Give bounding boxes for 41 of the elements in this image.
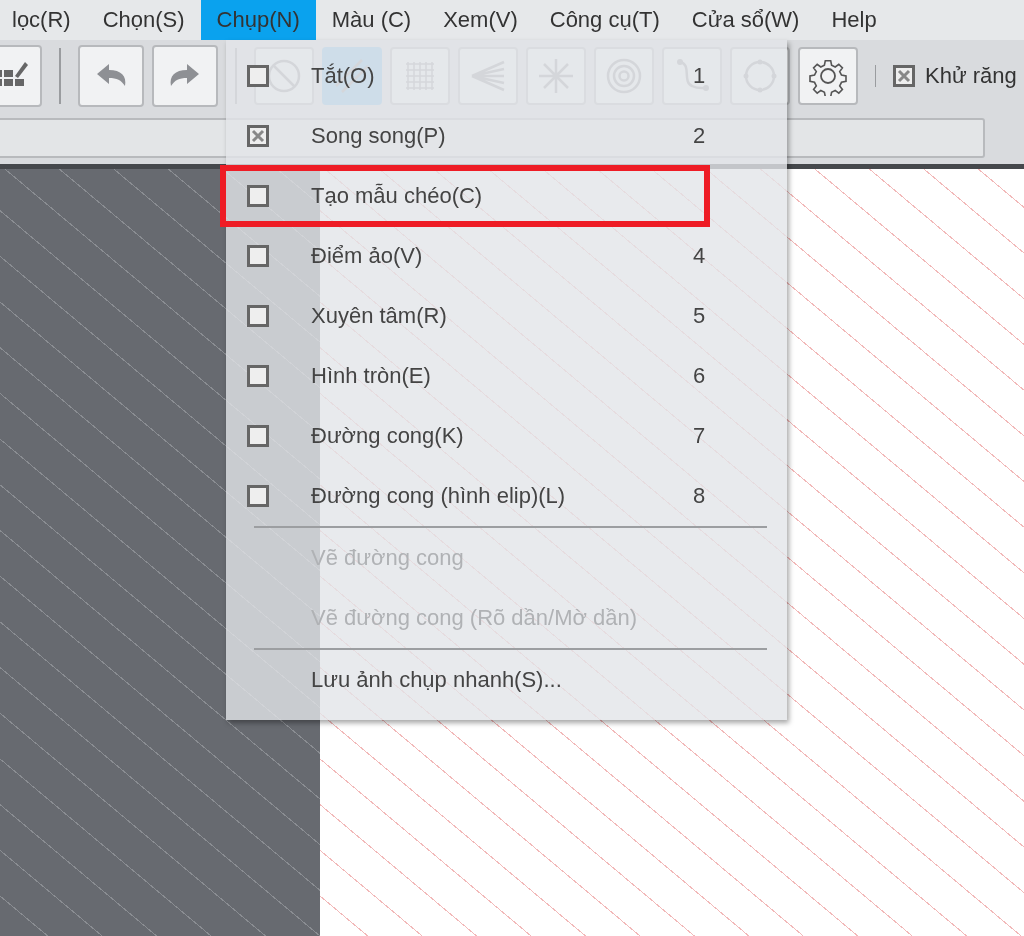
shortcut-key: 7 bbox=[693, 423, 706, 449]
menu-item[interactable]: Cửa sổ(W) bbox=[675, 0, 816, 40]
menu-item[interactable]: Công cụ(T) bbox=[533, 0, 676, 40]
menu-item[interactable]: Xem(V) bbox=[427, 0, 534, 40]
checkbox[interactable] bbox=[247, 305, 269, 327]
shortcut-key: 2 bbox=[693, 123, 706, 149]
menu-item[interactable]: Chụp(N) bbox=[200, 0, 316, 40]
menu-item[interactable]: Hình tròn(E) bbox=[311, 363, 431, 389]
menu-item[interactable]: Đường cong(K) bbox=[311, 423, 464, 449]
shortcut-key: 4 bbox=[693, 243, 706, 269]
shortcut-key: 5 bbox=[693, 303, 706, 329]
shortcut-key: 1 bbox=[693, 63, 706, 89]
menu-item[interactable]: Help bbox=[815, 0, 893, 40]
menu-item[interactable]: lọc(R) bbox=[0, 0, 87, 40]
x-mark-icon bbox=[251, 129, 265, 143]
menu-item[interactable]: Đường cong (hình elip)(L) bbox=[311, 483, 566, 509]
menu-item: Vẽ đường cong bbox=[311, 545, 464, 571]
menu-item[interactable]: Chọn(S) bbox=[86, 0, 201, 40]
checkbox-label: Khử răng bbox=[925, 63, 1017, 89]
toolbar-button[interactable] bbox=[798, 47, 858, 105]
checkbox[interactable] bbox=[247, 425, 269, 447]
toolbar-button[interactable] bbox=[78, 45, 144, 107]
menu-item[interactable]: Lưu ảnh chụp nhanh(S)... bbox=[311, 667, 562, 693]
menu-item[interactable]: Điểm ảo(V) bbox=[311, 243, 423, 269]
menu-item[interactable]: Tạo mẫu chéo(C) bbox=[311, 183, 483, 209]
menu-item[interactable]: Màu (C) bbox=[315, 0, 428, 40]
toolbar-button[interactable] bbox=[152, 45, 218, 107]
x-mark-icon bbox=[897, 69, 911, 83]
checkbox[interactable] bbox=[893, 65, 915, 87]
checkbox[interactable] bbox=[247, 485, 269, 507]
checkbox[interactable] bbox=[247, 365, 269, 387]
menu-item[interactable]: Song song(P) bbox=[311, 123, 446, 149]
menu-item[interactable]: Xuyên tâm(R) bbox=[311, 303, 447, 329]
checkbox[interactable] bbox=[247, 185, 269, 207]
checkbox[interactable] bbox=[247, 125, 269, 147]
menu-item: Vẽ đường cong (Rõ dần/Mờ dần) bbox=[311, 605, 638, 631]
shortcut-key: 6 bbox=[693, 363, 706, 389]
checkbox[interactable] bbox=[247, 245, 269, 267]
shortcut-key: 8 bbox=[693, 483, 706, 509]
checkbox[interactable] bbox=[247, 65, 269, 87]
menu-item[interactable]: Tắt(O) bbox=[311, 63, 375, 89]
